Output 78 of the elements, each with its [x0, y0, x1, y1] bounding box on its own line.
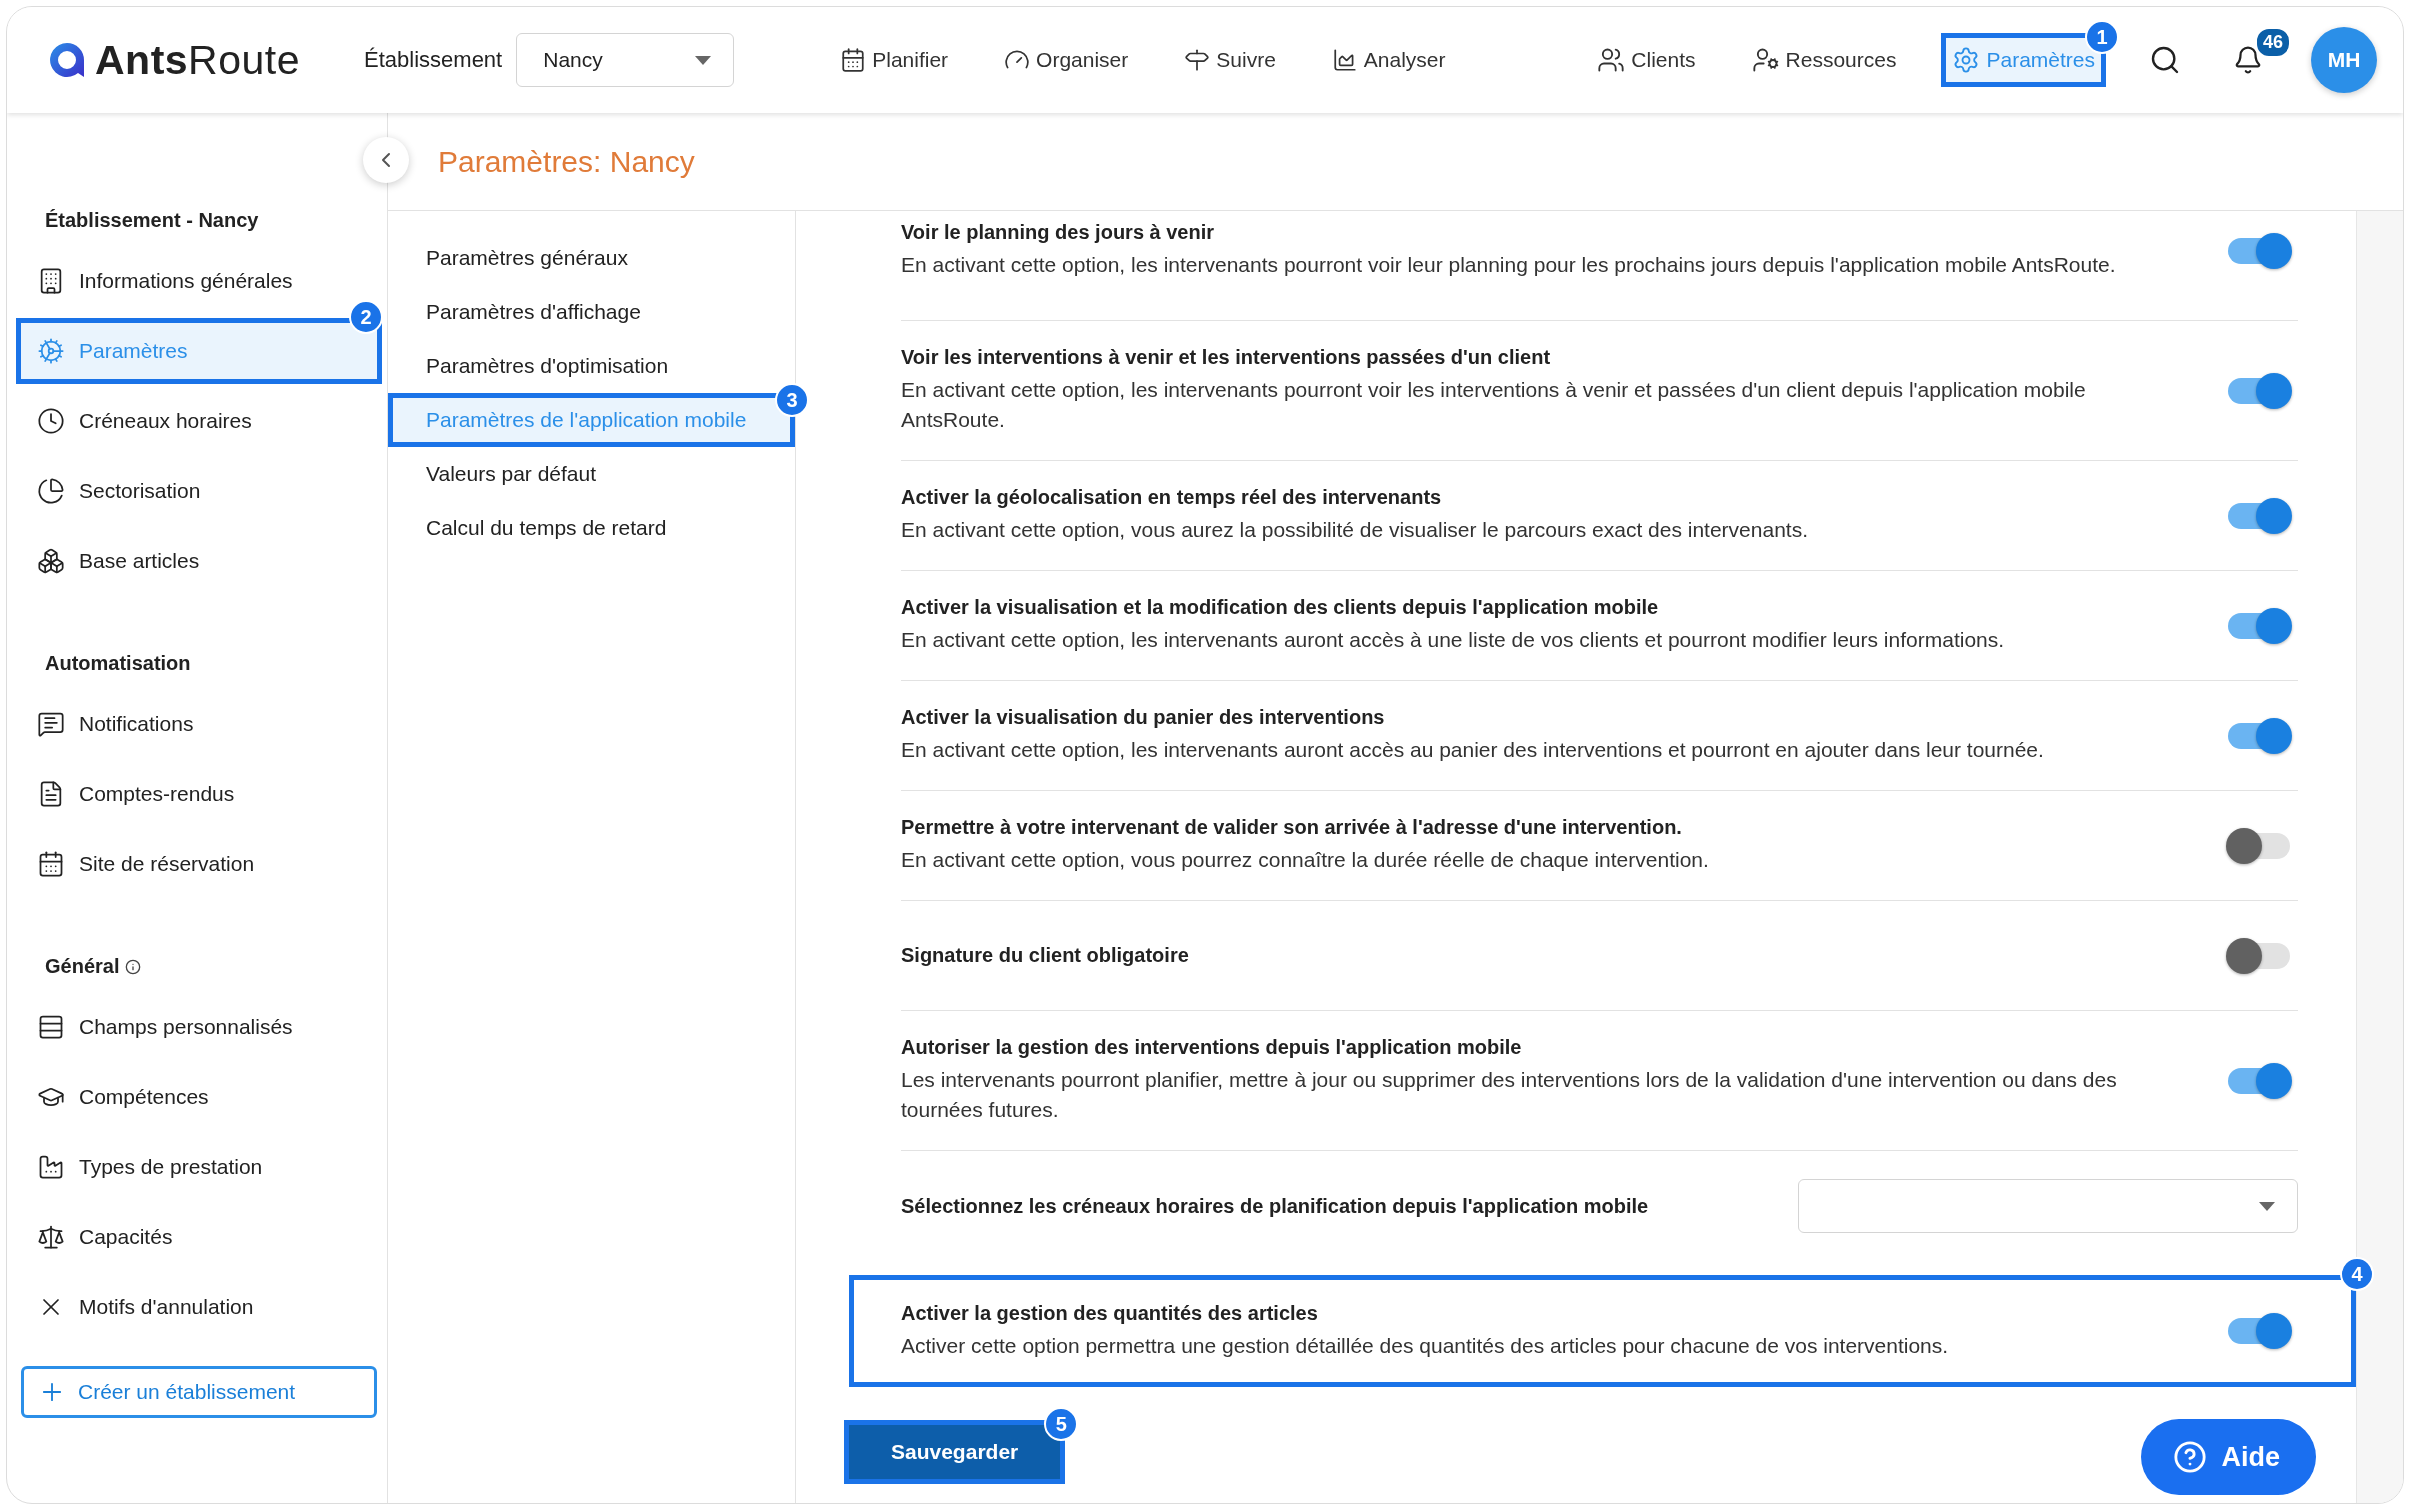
toggle-switch[interactable] [2226, 1313, 2292, 1349]
section-title: Général [45, 955, 120, 978]
toggle-switch[interactable] [2226, 607, 2292, 644]
calendar-icon [37, 850, 65, 878]
submenu-item[interactable]: Calcul du temps de retard [388, 501, 795, 555]
help-icon [2173, 1440, 2208, 1474]
submenu-item[interactable]: Paramètres d'affichage [388, 285, 795, 339]
sidebar-item[interactable]: Site de réservation [21, 836, 377, 892]
setting-description: Activer cette option permettra une gestion détaillée des quantités des articles pour chacune de vos interventions. [901, 1332, 1950, 1359]
logo-icon [47, 40, 87, 80]
establishment-label: Établissement [364, 47, 503, 73]
user-gear-icon [1751, 46, 1780, 74]
nav-link[interactable]: Planifier [834, 39, 955, 81]
setting-title: Activer la gestion des quantités des articles [901, 1301, 1319, 1325]
toggle-switch[interactable] [2226, 232, 2292, 269]
setting-title: Permettre à votre intervenant de valider son arrivée à l'adresse d'une intervention. [901, 816, 1683, 839]
sidebar-item[interactable]: Capacités [21, 1209, 377, 1265]
sidebar-item[interactable]: Compétences [21, 1069, 377, 1125]
setting-title: Sélectionnez les créneaux horaires de planification depuis l'application mobile [901, 1194, 1650, 1218]
select-field[interactable] [1798, 1179, 2298, 1233]
toggle-switch[interactable] [2226, 717, 2292, 754]
sidebar-item[interactable]: Base articles [21, 533, 377, 589]
factory-icon [37, 1153, 65, 1181]
sidebar-item[interactable]: Notifications [21, 696, 377, 752]
nav-link[interactable]: Organiser [998, 39, 1135, 81]
scales-icon [37, 1223, 65, 1251]
setting-title: Activer la visualisation et la modification des clients depuis l'application mobile [901, 596, 1660, 619]
setting-title: Signature du client obligatoire [901, 944, 1190, 967]
create-establishment-button[interactable]: Créer un établissement [21, 1366, 377, 1418]
logo-text: AntsRoute [95, 36, 301, 84]
boxes-icon [37, 547, 65, 575]
submenu-item[interactable]: Paramètres généraux [388, 231, 795, 285]
setting-description: En activant cette option, les intervenants auront accès au panier des interventions et pourront en ajouter dans leur tournée. [901, 737, 2045, 763]
setting-title: Activer la géolocalisation en temps réel des intervenants [901, 486, 1443, 509]
setting-title: Voir les interventions à venir et les interventions passées d'un client [901, 346, 1552, 369]
clock-icon [37, 407, 65, 435]
users-icon [1597, 46, 1626, 74]
step-badge: 5 [1044, 1407, 1079, 1441]
setting-title: Autoriser la gestion des interventions depuis l'application mobile [901, 1036, 1523, 1059]
setting-description: En activant cette option, les intervenants auront accès à une liste de vos clients et pourront modifier leurs informations. [901, 627, 2006, 653]
section-title: Automatisation [45, 652, 191, 675]
nav-link[interactable]: Suivre [1178, 39, 1282, 81]
sidebar-item[interactable]: Types de prestation [21, 1139, 377, 1195]
gears-icon [37, 337, 65, 365]
notification-count: 46 [2254, 27, 2291, 58]
sidebar-item[interactable]: Sectorisation [21, 463, 377, 519]
signpost-icon [1184, 47, 1211, 73]
chart-icon [1331, 47, 1358, 73]
submenu-item[interactable]: Valeurs par défaut [388, 447, 795, 501]
sidebar-item[interactable]: Champs personnalisés [21, 999, 377, 1055]
setting-description: En activant cette option, vous aurez la possibilité de visualiser le parcours exact des intervenants. [901, 517, 1809, 543]
sidebar-item[interactable]: Créneaux horaires [21, 393, 377, 449]
nav-link[interactable]: Analyser [1325, 39, 1452, 81]
establishment-select[interactable]: Nancy [516, 33, 735, 87]
step-badge: 1 [2085, 20, 2119, 54]
step-badge: 2 [349, 300, 383, 334]
setting-description: En activant cette option, vous pourrez connaître la durée réelle de chaque intervention. [901, 847, 1710, 873]
nav-link[interactable]: Ressources [1745, 38, 1903, 82]
setting-description: En activant cette option, les intervenants pourront voir leur planning pour les prochains jours depuis l'application mobile AntsRoute. [901, 252, 2117, 278]
toggle-switch[interactable] [2226, 827, 2292, 864]
help-button[interactable]: Aide [2141, 1419, 2316, 1495]
toggle-switch[interactable] [2226, 497, 2292, 534]
toggle-switch[interactable] [2226, 1062, 2292, 1099]
setting-title: Activer la visualisation du panier des interventions [901, 706, 1386, 729]
toggle-switch[interactable] [2226, 372, 2292, 409]
rows-icon [37, 1013, 65, 1041]
chat-icon [37, 710, 65, 738]
toggle-switch[interactable] [2226, 937, 2292, 974]
sidebar-item[interactable]: Motifs d'annulation [21, 1279, 377, 1335]
pie-chart-icon [37, 477, 65, 505]
setting-title: Voir le planning des jours à venir [901, 221, 1216, 244]
setting-description: En activant cette option, les intervenants pourront voir les interventions à venir et passées d'un client depuis l'application mobile AntsRoute. [901, 377, 2087, 433]
sidebar-item[interactable]: Comptes-rendus [21, 766, 377, 822]
section-title: Établissement - Nancy [45, 209, 259, 232]
calendar-icon [840, 47, 867, 73]
step-badge: 4 [2340, 1257, 2374, 1291]
nav-link[interactable]: Clients [1591, 38, 1702, 82]
setting-description: Les intervenants pourront planifier, mettre à jour ou supprimer des interventions lors de la validation d'une intervention ou dans des tournées futures. [901, 1067, 2118, 1123]
